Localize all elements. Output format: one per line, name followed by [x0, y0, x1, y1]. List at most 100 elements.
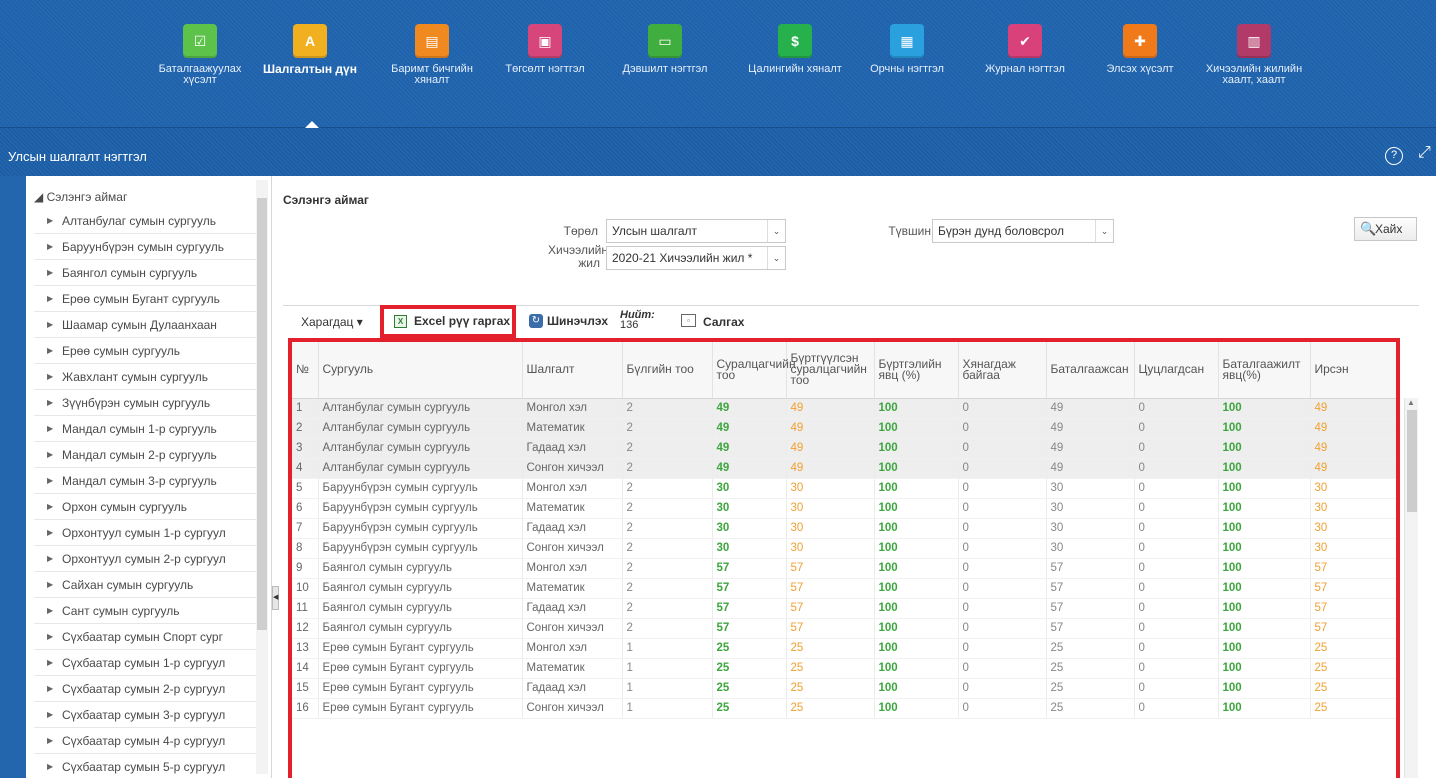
table-cell: 100 [874, 598, 959, 619]
tree-root-node[interactable]: ◢ Сэлэнгэ аймаг [34, 190, 127, 204]
tree-item[interactable]: ▶ Сайхан сумын сургууль [34, 572, 258, 598]
nav-item-graduation-summary[interactable]: ▣ Төгсөлт нэгтгэл [490, 24, 600, 124]
tree-item-label: Мандал сумын 1-р сургууль [62, 422, 217, 436]
column-header[interactable]: Бүртгэлийн явц (%) [874, 342, 959, 399]
table-cell: 25 [1310, 658, 1396, 679]
tree-item[interactable]: ▶ Шаамар сумын Дулаанхаан [34, 312, 258, 338]
tree-item[interactable]: ▶ Сүхбаатар сумын 1-р сургуул [34, 650, 258, 676]
tree-item[interactable]: ▶ Орхонтуул сумын 2-р сургуул [34, 546, 258, 572]
table-row[interactable]: 10 Баянгол сумын сургууль Математик 2 57 57 10… [292, 578, 1396, 599]
nav-item-document-control[interactable]: ▤ Баримт бичгийн хяналт [377, 24, 487, 124]
column-header[interactable]: Ирсэн [1310, 342, 1396, 399]
table-cell: Алтанбулаг сумын сургууль [318, 418, 523, 439]
tree-arrow-icon: ▶ [47, 710, 54, 719]
table-row[interactable]: 3 Алтанбулаг сумын сургууль Гадаад хэл 2 49 4… [292, 438, 1396, 459]
tree-item[interactable]: ▶ Баянгол сумын сургууль [34, 260, 258, 286]
table-scroll-thumb[interactable] [1407, 410, 1417, 512]
tree-item[interactable]: ▶ Сүхбаатар сумын 3-р сургуул [34, 702, 258, 728]
expand-icon[interactable]: ⤢ [1418, 144, 1431, 162]
collapse-splitter[interactable]: ◀ [272, 586, 279, 610]
tree-item[interactable]: ▶ Сүхбаатар сумын 4-р сургуул [34, 728, 258, 754]
tree-item[interactable]: ▶ Мандал сумын 3-р сургууль [34, 468, 258, 494]
year-select[interactable]: 2020-21 Хичээлийн жил * ⌄ [606, 246, 786, 270]
table-cell: 30 [1046, 478, 1135, 499]
tree-item[interactable]: ▶ Сант сумын сургууль [34, 598, 258, 624]
tree-item[interactable]: ▶ Сүхбаатар сумын 5-р сургуул [34, 754, 258, 778]
tree-item[interactable]: ▶ Алтанбулаг сумын сургууль [34, 208, 258, 234]
tree-item-label: Ерөө сумын сургууль [62, 344, 180, 358]
table-cell: 12 [292, 618, 319, 639]
table-cell: 0 [958, 478, 1047, 499]
nav-item-verification-request[interactable]: ☑ Баталгаажуулах хүсэлт [145, 24, 255, 124]
table-row[interactable]: 16 Ерөө сумын Бугант сургууль Сонгон хичээ… [292, 698, 1396, 719]
detach-button[interactable]: Салгах [703, 315, 744, 329]
table-row[interactable]: 14 Ерөө сумын Бугант сургууль Математик 1 25… [292, 658, 1396, 679]
level-select[interactable]: Бүрэн дунд боловсрол ⌄ [932, 219, 1114, 243]
column-header[interactable]: Суралцагчийн тоо [712, 342, 796, 399]
nav-item-journal-summary[interactable]: ✔ Журнал нэгтгэл [970, 24, 1080, 124]
column-header[interactable]: Баталгаажилт явц(%) [1218, 342, 1311, 399]
tree-item[interactable]: ▶ Орхонтуул сумын 1-р сургуул [34, 520, 258, 546]
refresh-button[interactable]: Шинэчлэх [547, 314, 608, 328]
table-row[interactable]: 8 Баруунбүрэн сумын сургууль Сонгон хичээл… [292, 538, 1396, 559]
table-row[interactable]: 15 Ерөө сумын Бугант сургууль Гадаад хэл 1 2… [292, 678, 1396, 699]
column-header[interactable]: Бүлгийн тоо [622, 342, 713, 399]
table-row[interactable]: 12 Баянгол сумын сургууль Сонгон хичээл 2 57… [292, 618, 1396, 639]
table-scrollbar[interactable]: ▲ [1404, 398, 1418, 778]
export-excel-button[interactable]: X Excel рүү гаргах [380, 305, 516, 338]
tree-item[interactable]: ▶ Орхон сумын сургууль [34, 494, 258, 520]
tree-item[interactable]: ▶ Мандал сумын 2-р сургууль [34, 442, 258, 468]
nav-item-year-closing[interactable]: ▥ Хичээлийн жилийн хаалт, хаалт [1199, 24, 1309, 124]
help-icon[interactable]: ? [1385, 147, 1403, 165]
table-cell: 100 [1218, 398, 1311, 419]
table-row[interactable]: 5 Баруунбүрэн сумын сургууль Монгол хэл 2 30… [292, 478, 1396, 499]
search-button[interactable]: 🔍 Хайх [1354, 217, 1417, 241]
tree-item[interactable]: ▶ Жавхлант сумын сургууль [34, 364, 258, 390]
table-row[interactable]: 1 Алтанбулаг сумын сургууль Монгол хэл 2 49 4… [292, 398, 1396, 419]
table-cell: 30 [786, 498, 875, 519]
nav-item-exam-results[interactable]: A Шалгалтын дүн [255, 24, 365, 124]
nav-item-enrollment-request[interactable]: ✚ Элсэх хүсэлт [1085, 24, 1195, 124]
nav-item-environment-summary[interactable]: ▦ Орчны нэгтгэл [852, 24, 962, 124]
year-closing-icon: ▥ [1237, 24, 1271, 58]
tree-item[interactable]: ▶ Сүхбаатар сумын 2-р сургуул [34, 676, 258, 702]
table-row[interactable]: 6 Баруунбүрэн сумын сургууль Математик 2 30 3… [292, 498, 1396, 519]
tree-item[interactable]: ▶ Баруунбүрэн сумын сургууль [34, 234, 258, 260]
type-select[interactable]: Улсын шалгалт ⌄ [606, 219, 786, 243]
column-header[interactable]: Бүртгүүлсэн суралцагчийн тоо [786, 342, 875, 399]
refresh-label: Шинэчлэх [547, 314, 609, 328]
nav-label: Хичээлийн жилийн хаалт, хаалт [1205, 64, 1303, 86]
nav-item-promotion-summary[interactable]: ▭ Дэвшилт нэгтгэл [610, 24, 720, 124]
nav-item-salary-control[interactable]: $ Цалингийн хяналт [740, 24, 850, 124]
table-cell: 0 [958, 678, 1047, 699]
column-header[interactable]: Сургууль [318, 342, 523, 399]
column-header[interactable]: Цуцлагдсан [1134, 342, 1219, 399]
table-row[interactable]: 9 Баянгол сумын сургууль Монгол хэл 2 57 57 10… [292, 558, 1396, 579]
tree-item[interactable]: ▶ Зүүнбүрэн сумын сургууль [34, 390, 258, 416]
table-row[interactable]: 13 Ерөө сумын Бугант сургууль Монгол хэл 1 2… [292, 638, 1396, 659]
table-row[interactable]: 4 Алтанбулаг сумын сургууль Сонгон хичээл 2… [292, 458, 1396, 479]
table-cell: 0 [1134, 398, 1219, 419]
table-cell: 57 [786, 578, 875, 599]
table-cell: 25 [1046, 638, 1135, 659]
tree-item[interactable]: ▶ Ерөө сумын Бугант сургууль [34, 286, 258, 312]
tree-item[interactable]: ▶ Сүхбаатар сумын Спорт сург [34, 624, 258, 650]
column-header[interactable]: № [292, 342, 319, 399]
column-header[interactable]: Шалгалт [522, 342, 623, 399]
scroll-up-icon[interactable]: ▲ [1407, 398, 1415, 407]
table-row[interactable]: 2 Алтанбулаг сумын сургууль Математик 2 49 49… [292, 418, 1396, 439]
tree-scrollbar[interactable] [256, 180, 268, 774]
tree-item[interactable]: ▶ Ерөө сумын сургууль [34, 338, 258, 364]
table-row[interactable]: 11 Баянгол сумын сургууль Гадаад хэл 2 57 57 1… [292, 598, 1396, 619]
table-row[interactable]: 7 Баруунбүрэн сумын сургууль Гадаад хэл 2 30… [292, 518, 1396, 539]
view-menu[interactable]: Харагдац ▾ [301, 315, 363, 329]
table-cell: 0 [1134, 618, 1219, 639]
column-header[interactable]: Хянагдаж байгаа [958, 342, 1047, 399]
table-cell: 0 [1134, 678, 1219, 699]
tree-scroll-thumb[interactable] [257, 198, 267, 630]
table-cell: 100 [874, 418, 959, 439]
tree-item-label: Алтанбулаг сумын сургууль [62, 214, 217, 228]
column-header[interactable]: Баталгаажсан [1046, 342, 1135, 399]
tree-item[interactable]: ▶ Мандал сумын 1-р сургууль [34, 416, 258, 442]
table-cell: 30 [1046, 498, 1135, 519]
